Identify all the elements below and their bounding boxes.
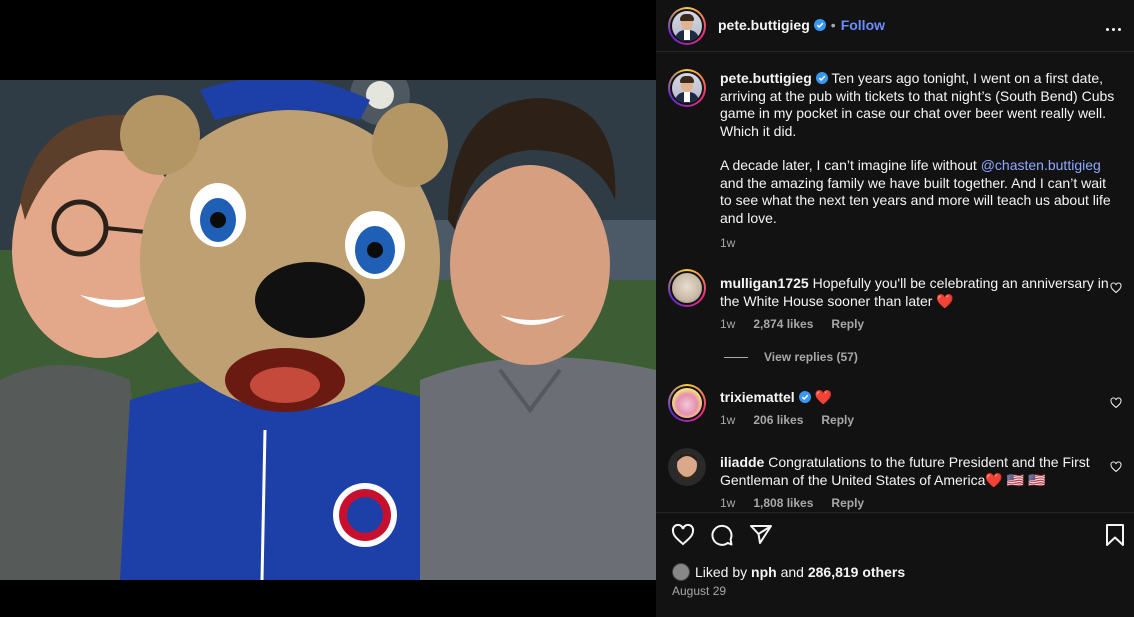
caption-text: pete.buttigieg Ten years ago tonight, I … [720,70,1118,227]
author-username[interactable]: pete.buttigieg [718,17,810,33]
caption-username[interactable]: pete.buttigieg [720,70,812,86]
heart-icon[interactable] [1110,397,1122,409]
action-bar [656,512,1134,556]
caption-time[interactable]: 1w [720,236,735,250]
comment-avatar[interactable] [668,384,706,422]
post-panel: pete.buttigieg • Follow pete.buttigieg Ten… [656,0,1134,617]
header-separator: • [830,17,836,33]
comment-text: iliadde Congratulations to the future Pr… [720,454,1118,489]
comment-avatar[interactable] [668,448,706,486]
reply-button[interactable]: Reply [831,496,864,510]
comment-item: iliadde Congratulations to the future Pr… [668,448,1122,510]
caption-mention-link[interactable]: @chasten.buttigieg [981,157,1101,173]
header-user-line: pete.buttigieg • Follow [718,17,885,35]
photo-illustration [0,80,656,580]
comment-avatar[interactable] [668,269,706,307]
post-media [0,0,656,617]
comment-time[interactable]: 1w [720,317,735,331]
comment-item: mulligan1725 Hopefully you'll be celebra… [668,269,1122,349]
liked-by-user[interactable]: nph [751,564,777,580]
more-options-icon[interactable] [1104,18,1122,34]
view-replies-button[interactable]: View replies (57) [724,350,858,364]
comment-likes[interactable]: 1,808 likes [753,496,813,510]
liked-by-avatar[interactable] [672,563,690,581]
comment-icon[interactable] [710,523,734,547]
verified-badge-icon [815,72,828,84]
comment-username[interactable]: trixiemattel [720,389,795,405]
verified-badge-icon [798,391,811,403]
comment-item: trixiemattel ❤️ 1w 206 likes Reply [668,384,1122,434]
comment-text: trixiemattel ❤️ [720,389,1118,407]
post-header: pete.buttigieg • Follow [656,0,1134,52]
liked-by-count[interactable]: 286,819 others [808,564,905,580]
comment-text: mulligan1725 Hopefully you'll be celebra… [720,275,1118,310]
liked-by-middle: and [776,564,808,580]
comments-scroll[interactable]: pete.buttigieg Ten years ago tonight, I … [656,53,1134,510]
replies-line [724,357,748,359]
comment-username[interactable]: mulligan1725 [720,275,809,291]
comment-meta: 1w 2,874 likes Reply [720,317,864,331]
caption: pete.buttigieg Ten years ago tonight, I … [668,69,1114,259]
comment-meta: 1w 1,808 likes Reply [720,496,864,510]
bookmark-icon[interactable] [1103,523,1127,547]
follow-button[interactable]: Follow [841,17,885,33]
comment-body: ❤️ [814,389,833,405]
verified-badge-icon [813,19,826,31]
comment-likes[interactable]: 2,874 likes [753,317,813,331]
send-icon[interactable] [749,523,773,547]
heart-icon[interactable] [671,523,695,547]
heart-icon[interactable] [1110,282,1122,294]
reply-button[interactable]: Reply [821,413,854,427]
liked-by-prefix: Liked by [695,564,752,580]
comment-time[interactable]: 1w [720,413,735,427]
caption-author-avatar[interactable] [668,69,706,107]
post-date[interactable]: August 29 [672,584,726,598]
caption-paragraph-2-before: A decade later, I can’t imagine life wit… [720,157,981,173]
reply-button[interactable]: Reply [831,317,864,331]
comment-time[interactable]: 1w [720,496,735,510]
heart-icon[interactable] [1110,461,1122,473]
post-photo[interactable] [0,80,656,580]
comment-likes[interactable]: 206 likes [753,413,803,427]
comment-username[interactable]: iliadde [720,454,764,470]
liked-by: Liked by nph and 286,819 others [672,563,905,581]
comment-meta: 1w 206 likes Reply [720,413,854,427]
author-avatar[interactable] [668,7,706,45]
comment-body: Congratulations to the future President … [720,454,1090,488]
caption-meta: 1w [720,236,735,250]
view-replies-label: View replies (57) [764,350,858,364]
caption-paragraph-2-after: and the amazing family we have built tog… [720,174,1111,226]
